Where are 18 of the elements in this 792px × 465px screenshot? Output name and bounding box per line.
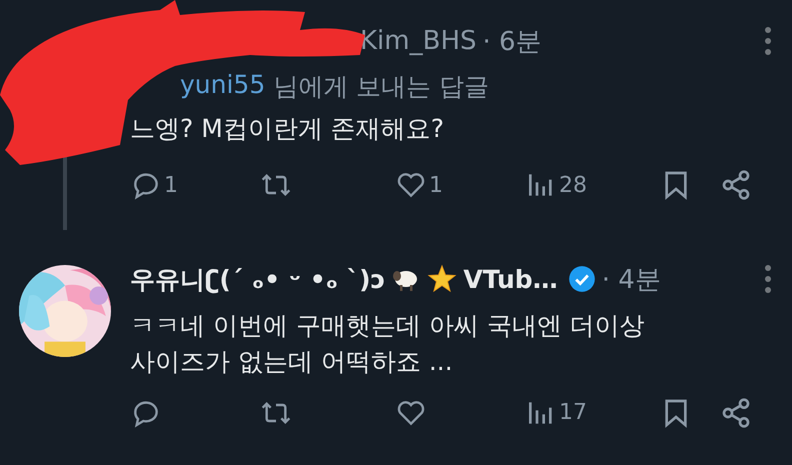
action-count: 28 xyxy=(559,172,587,198)
action-count: 17 xyxy=(559,400,587,425)
share-icon[interactable] xyxy=(720,169,752,202)
more-icon[interactable] xyxy=(764,264,772,294)
tweet-text: ㅋㅋ네 이번에 구매햇는데 아씨 국내엔 더이상 사이즈가 없는데 어떡하죠 ... xyxy=(130,310,646,378)
reply-to-handle[interactable]: yuni55 xyxy=(180,70,266,103)
post-time: · 6분 xyxy=(482,26,542,58)
more-icon[interactable] xyxy=(764,26,772,56)
star-icon xyxy=(427,264,458,294)
author-name[interactable]: 우유니ʗ(´ ₒ• ᵕ •ₒ `)ɔ xyxy=(130,262,386,296)
reply-to-label: 님에게 보내는 답글 xyxy=(273,71,490,103)
author-name-end[interactable]: VTub… xyxy=(463,264,558,294)
author-handle[interactable]: Kim_BHS xyxy=(360,26,476,56)
post-time: · 4분 xyxy=(602,264,661,296)
share-icon[interactable] xyxy=(720,396,752,428)
action-count: 1 xyxy=(429,172,443,198)
action-count: 1 xyxy=(164,172,178,198)
tweet-text: 느엥? M컵이란게 존재해요? xyxy=(130,113,446,145)
